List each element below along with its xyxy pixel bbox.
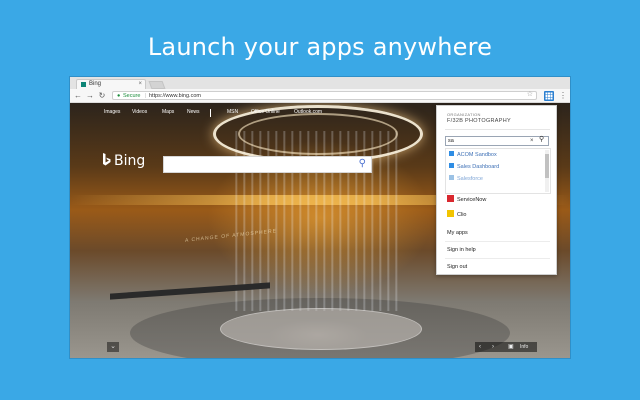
background-ring-inner: [238, 113, 398, 155]
result-item[interactable]: Sales Dashboard: [449, 162, 499, 172]
result-item[interactable]: Salesforce: [449, 174, 483, 184]
app-clio[interactable]: Clio: [447, 210, 466, 220]
address-separator: |: [145, 93, 147, 99]
results-scrollbar[interactable]: [545, 150, 549, 192]
next-image-icon[interactable]: ›: [492, 342, 494, 352]
clio-icon: [447, 210, 454, 217]
app-icon: [449, 175, 454, 180]
app-servicenow[interactable]: ServiceNow: [447, 195, 486, 205]
reload-icon[interactable]: ↻: [97, 90, 107, 102]
result-label: Sales Dashboard: [457, 164, 500, 170]
nav-link-news[interactable]: News: [187, 109, 200, 115]
search-icon[interactable]: ⚲: [359, 158, 366, 169]
image-info-bar: ‹ › ▣ Info: [475, 342, 537, 352]
secure-label: Secure: [123, 93, 141, 99]
scroll-down-button[interactable]: ⌄: [107, 342, 119, 352]
result-item[interactable]: ACOM Sandbox: [449, 150, 497, 160]
browser-menu-icon[interactable]: ⋮: [559, 90, 567, 102]
search-results-list: ACOM Sandbox Sales Dashboard Salesforce: [445, 148, 551, 194]
nav-link-msn[interactable]: MSN: [227, 109, 238, 115]
panel-divider: [445, 241, 550, 242]
lock-icon: ●: [117, 93, 121, 99]
tab-bing[interactable]: Bing ×: [76, 79, 146, 89]
sign-out-link[interactable]: Sign out: [447, 264, 467, 270]
nav-link-maps[interactable]: Maps: [162, 109, 174, 115]
scrollbar-thumb[interactable]: [545, 154, 549, 178]
bing-logo-text: Bing: [114, 153, 146, 169]
nav-divider: [210, 109, 211, 117]
apps-extension-button[interactable]: [544, 91, 554, 101]
tab-bar: Bing ×: [70, 77, 570, 89]
browser-toolbar: ← → ↻ ● Secure | https://www.bing.com ☆ …: [70, 89, 570, 103]
back-icon[interactable]: ←: [73, 90, 83, 102]
address-bar[interactable]: ● Secure | https://www.bing.com ☆: [112, 91, 537, 100]
result-label: ACOM Sandbox: [457, 152, 497, 158]
search-icon[interactable]: ⚲: [539, 135, 544, 145]
panel-divider: [445, 129, 550, 130]
forward-icon[interactable]: →: [85, 90, 95, 102]
servicenow-icon: [447, 195, 454, 202]
nav-link-images[interactable]: Images: [104, 109, 120, 115]
nav-link-outlook[interactable]: Outlook.com: [294, 109, 322, 115]
apps-grid-icon: [545, 92, 553, 100]
app-label: ServiceNow: [457, 197, 487, 203]
my-apps-link[interactable]: My apps: [447, 230, 468, 236]
bing-b-icon: [103, 153, 111, 166]
url-text: https://www.bing.com: [149, 93, 201, 99]
app-label: Clio: [457, 212, 467, 218]
bing-logo[interactable]: Bing: [102, 153, 145, 169]
app-icon: [449, 151, 454, 156]
previous-image-icon[interactable]: ‹: [479, 342, 481, 352]
tab-title: Bing: [89, 81, 102, 87]
bing-favicon-icon: [81, 82, 86, 87]
nav-link-videos[interactable]: Videos: [132, 109, 147, 115]
new-tab-button[interactable]: [148, 81, 166, 89]
headline: Launch your apps anywhere: [147, 33, 493, 61]
tab-close-icon[interactable]: ×: [138, 80, 142, 89]
background-pool: [220, 308, 422, 350]
bing-search-input[interactable]: ⚲: [163, 156, 372, 173]
app-icon: [449, 163, 454, 168]
sign-in-help-link[interactable]: Sign in help: [447, 247, 476, 253]
nav-link-office-online[interactable]: Office Online: [251, 109, 280, 115]
result-label: Salesforce: [457, 176, 483, 182]
bookmark-star-icon[interactable]: ☆: [527, 91, 533, 99]
camera-icon: ▣: [508, 344, 514, 350]
info-link[interactable]: Info: [520, 342, 528, 352]
panel-divider: [445, 258, 550, 259]
my-apps-extension-panel: ORGANIZATION F/32B PHOTOGRAPHY sa × ⚲ AC…: [436, 105, 557, 275]
clear-search-icon[interactable]: ×: [530, 136, 534, 146]
organization-name: F/32B PHOTOGRAPHY: [447, 118, 511, 124]
organization-label: ORGANIZATION: [447, 112, 481, 117]
